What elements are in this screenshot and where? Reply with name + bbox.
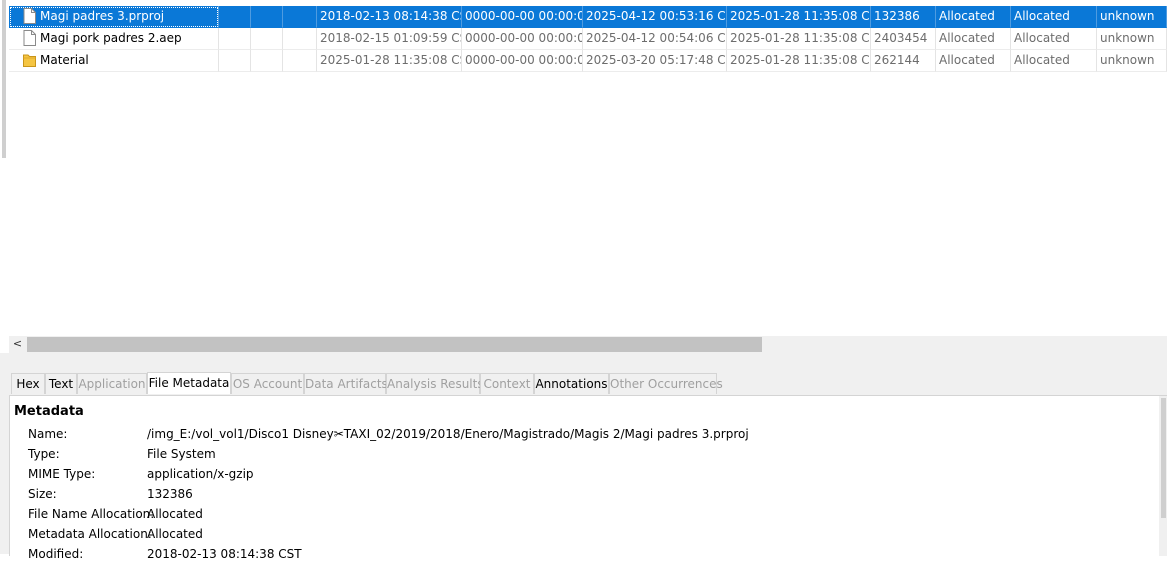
known-cell[interactable]: unknown <box>1097 6 1167 28</box>
dir-flags-cell[interactable]: Allocated <box>936 28 1011 50</box>
known-cell[interactable]: unknown <box>1097 28 1167 50</box>
change-time-cell[interactable]: 0000-00-00 00:00:00 <box>462 6 583 28</box>
metadata-value: File System <box>147 447 216 461</box>
access-time-cell[interactable]: 2025-04-12 00:53:16 CST <box>583 6 727 28</box>
meta-flags-cell[interactable]: Allocated <box>1011 50 1097 72</box>
tab-hex[interactable]: Hex <box>11 373 45 394</box>
meta-flags-cell[interactable]: Allocated <box>1011 28 1097 50</box>
change-time-cell[interactable]: 0000-00-00 00:00:00 <box>462 50 583 72</box>
metadata-value: Allocated <box>147 527 203 541</box>
table-row[interactable]: Magi padres 3.prproj 2018-02-13 08:14:38 … <box>9 6 1167 28</box>
metadata-scrollbar-thumb[interactable] <box>1161 398 1166 518</box>
metadata-value: Allocated <box>147 507 203 521</box>
size-cell[interactable]: 132386 <box>871 6 936 28</box>
file-table: Magi padres 3.prproj 2018-02-13 08:14:38 … <box>0 0 1167 336</box>
known-cell[interactable]: unknown <box>1097 50 1167 72</box>
tab-other-occurrences: Other Occurrences <box>609 373 723 394</box>
file-name-label: Magi padres 3.prproj <box>40 9 165 23</box>
metadata-label: File Name Allocation: <box>28 507 155 521</box>
size-cell[interactable]: 2403454 <box>871 28 936 50</box>
file-name-cell[interactable]: Material <box>9 50 219 72</box>
comment-cell[interactable] <box>251 50 283 72</box>
size-cell[interactable]: 262144 <box>871 50 936 72</box>
tab-application: Application <box>77 373 147 394</box>
created-time-cell[interactable]: 2025-01-28 11:35:08 CST <box>727 50 871 72</box>
file-name-cell[interactable]: Magi pork padres 2.aep <box>9 28 219 50</box>
vertical-scrollbar-thumb[interactable] <box>2 0 6 158</box>
access-time-cell[interactable]: 2025-04-12 00:54:06 CST <box>583 28 727 50</box>
score-cell[interactable] <box>219 6 251 28</box>
created-time-cell[interactable]: 2025-01-28 11:35:08 CST <box>727 28 871 50</box>
tab-text[interactable]: Text <box>45 373 77 394</box>
table-row[interactable]: Magi pork padres 2.aep 2018-02-15 01:09:5… <box>9 28 1167 50</box>
tab-analysis-results: Analysis Results <box>386 373 484 394</box>
content-viewer-pane: Hex Text Application File Metadata OS Accoun… <box>0 353 1167 561</box>
file-name-label: Magi pork padres 2.aep <box>40 31 182 45</box>
file-icon <box>23 8 36 24</box>
tab-file-metadata[interactable]: File Metadata <box>147 372 231 394</box>
metadata-label: MIME Type: <box>28 467 96 481</box>
metadata-value: /img_E:/vol_vol1/Disco1 Disney✂TAXI_02/2… <box>147 427 749 441</box>
metadata-label: Modified: <box>28 547 84 561</box>
metadata-value: 2018-02-13 08:14:38 CST <box>147 547 302 561</box>
metadata-label: Size: <box>28 487 57 501</box>
modified-time-cell[interactable]: 2018-02-13 08:14:38 CST <box>317 6 462 28</box>
tab-context: Context <box>480 373 534 394</box>
folder-icon <box>23 52 36 68</box>
dir-flags-cell[interactable]: Allocated <box>936 50 1011 72</box>
metadata-label: Metadata Allocation: <box>28 527 152 541</box>
tab-annotations[interactable]: Annotations <box>534 373 609 394</box>
meta-flags-cell[interactable]: Allocated <box>1011 6 1097 28</box>
metadata-label: Type: <box>28 447 60 461</box>
file-name-label: Material <box>40 53 89 67</box>
modified-time-cell[interactable]: 2025-01-28 11:35:08 CST <box>317 50 462 72</box>
metadata-value: 132386 <box>147 487 193 501</box>
comment-cell[interactable] <box>251 28 283 50</box>
scroll-left-arrow[interactable]: < <box>9 336 26 353</box>
modified-time-cell[interactable]: 2018-02-15 01:09:59 CST <box>317 28 462 50</box>
vertical-scrollbar[interactable] <box>0 0 9 336</box>
metadata-label: Name: <box>28 427 68 441</box>
score-cell[interactable] <box>219 50 251 72</box>
metadata-heading: Metadata <box>14 404 84 419</box>
occurrences-cell[interactable] <box>283 50 317 72</box>
access-time-cell[interactable]: 2025-03-20 05:17:48 CST <box>583 50 727 72</box>
horizontal-scrollbar[interactable]: < <box>9 336 1167 353</box>
score-cell[interactable] <box>219 28 251 50</box>
occurrences-cell[interactable] <box>283 6 317 28</box>
metadata-vertical-scrollbar[interactable] <box>1159 396 1167 556</box>
file-metadata-panel: Metadata Name: /img_E:/vol_vol1/Disco1 Di… <box>9 395 1167 561</box>
table-row[interactable]: Material 2025-01-28 11:35:08 CST 0000-00-0… <box>9 50 1167 72</box>
tab-os-account: OS Account <box>231 373 304 394</box>
tab-data-artifacts: Data Artifacts <box>304 373 388 394</box>
dir-flags-cell[interactable]: Allocated <box>936 6 1011 28</box>
comment-cell[interactable] <box>251 6 283 28</box>
file-name-cell[interactable]: Magi padres 3.prproj <box>9 6 219 28</box>
metadata-value: application/x-gzip <box>147 467 254 481</box>
created-time-cell[interactable]: 2025-01-28 11:35:08 CST <box>727 6 871 28</box>
horizontal-scrollbar-thumb[interactable] <box>27 337 762 352</box>
change-time-cell[interactable]: 0000-00-00 00:00:00 <box>462 28 583 50</box>
file-icon <box>23 30 36 46</box>
occurrences-cell[interactable] <box>283 28 317 50</box>
